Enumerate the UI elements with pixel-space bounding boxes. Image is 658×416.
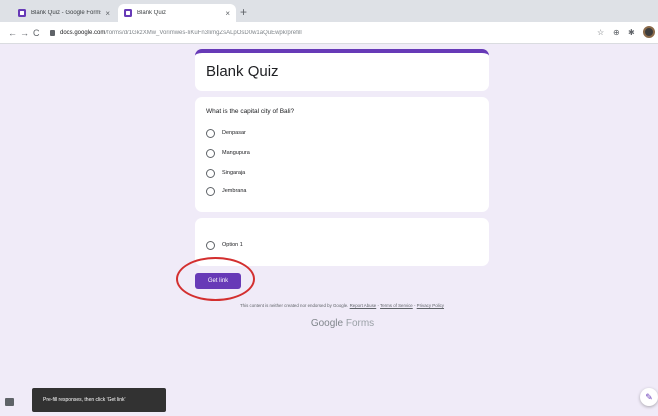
google-forms-favicon-icon	[124, 9, 132, 17]
radio-button[interactable]	[206, 240, 215, 250]
tab-title: Blank Quiz - Google Forms	[31, 10, 102, 16]
option-label: Singaraja	[222, 170, 246, 176]
option-label: Mangupura	[222, 150, 250, 156]
footer-disclaimer: This content is neither created nor endo…	[186, 303, 498, 308]
lock-icon	[50, 30, 55, 36]
browser-toolbar: ← → C docs.google.com /forms/d/1GkzXMw_V…	[0, 22, 658, 44]
radio-button[interactable]	[206, 186, 215, 196]
extension-icon[interactable]: ⊕	[613, 27, 620, 39]
extensions-puzzle-icon[interactable]: ✱	[628, 27, 635, 39]
radio-button[interactable]	[206, 148, 215, 158]
option-label: Denpasar	[222, 130, 246, 136]
tab-blank-quiz-google-forms[interactable]: Blank Quiz - Google Forms ×	[12, 4, 116, 22]
url-host: docs.google.com	[60, 30, 106, 36]
disclaimer-text: This content is neither created nor endo…	[240, 303, 349, 308]
question-card: Option 1	[195, 218, 489, 266]
tab-close-icon[interactable]: ×	[105, 9, 110, 18]
google-forms-logo[interactable]: Google Forms	[270, 318, 415, 329]
option-label: Jembrana	[222, 188, 247, 194]
profile-avatar[interactable]	[643, 26, 655, 38]
form-title: Blank Quiz	[206, 63, 279, 80]
radio-button[interactable]	[206, 168, 215, 178]
forward-arrow-icon[interactable]: →	[20, 27, 29, 39]
option-denpasar[interactable]: Denpasar	[206, 128, 246, 138]
question-text: What is the capital city of Bali?	[206, 108, 295, 115]
terms-link[interactable]: Terms of Service	[380, 303, 413, 308]
back-arrow-icon[interactable]: ←	[8, 27, 17, 39]
option-jembrana[interactable]: Jembrana	[206, 186, 246, 196]
logo-forms-text: Forms	[345, 318, 375, 329]
google-forms-favicon-icon	[18, 9, 26, 17]
radio-button[interactable]	[206, 128, 215, 138]
tab-blank-quiz[interactable]: Blank Quiz ×	[118, 4, 236, 22]
privacy-link[interactable]: Privacy Policy	[417, 303, 444, 308]
tab-title: Blank Quiz	[137, 10, 167, 16]
url-path: /forms/d/1GkzXMw_Vorimwes-IiKuFn3IimgZsA…	[105, 30, 302, 36]
option-1[interactable]: Option 1	[206, 240, 243, 250]
tab-close-icon[interactable]: ×	[225, 9, 230, 18]
report-abuse-link[interactable]: Report Abuse	[350, 303, 377, 308]
snackbar: Pre-fill responses, then click 'Get link…	[32, 388, 166, 412]
bookmark-star-icon[interactable]: ☆	[597, 27, 604, 39]
reload-icon[interactable]: C	[33, 27, 40, 39]
browser-tab-bar: Blank Quiz - Google Forms × Blank Quiz ×…	[0, 0, 658, 22]
logo-google-text: Google	[310, 318, 344, 329]
option-label: Option 1	[222, 242, 243, 248]
option-mangupura[interactable]: Mangupura	[206, 148, 250, 158]
new-tab-icon[interactable]: +	[240, 4, 247, 20]
form-title-card: Blank Quiz	[195, 49, 489, 91]
edit-pencil-icon[interactable]: ✎	[640, 388, 658, 406]
address-bar[interactable]: docs.google.com /forms/d/1GkzXMw_Vorimwe…	[50, 26, 590, 40]
question-card: What is the capital city of Bali? Denpas…	[195, 97, 489, 212]
annotation-circle	[176, 257, 255, 301]
option-singaraja[interactable]: Singaraja	[206, 168, 245, 178]
feedback-icon[interactable]	[5, 398, 14, 406]
